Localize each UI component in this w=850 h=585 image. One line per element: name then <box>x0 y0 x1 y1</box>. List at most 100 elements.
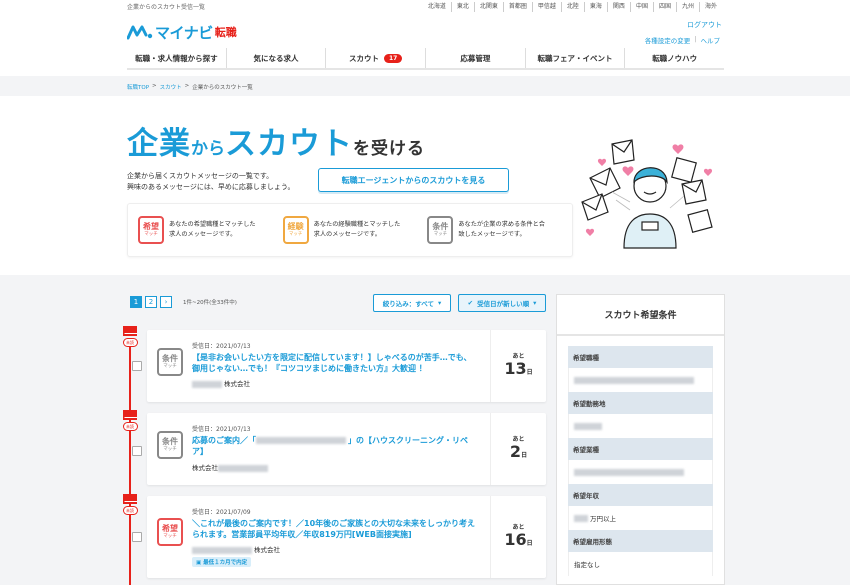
next-page-button[interactable]: › <box>160 296 172 308</box>
card-checkbox[interactable] <box>132 446 142 456</box>
caret-down-icon: ▾ <box>533 299 537 307</box>
logo-sub: 転職 <box>214 26 237 39</box>
legend-text: あなたの希望職種とマッチした 求人のメッセージです。 <box>169 220 256 240</box>
region-link[interactable]: 北陸 <box>560 2 584 12</box>
legend-text: あなたの経験職種とマッチした 求人のメッセージです。 <box>314 220 401 240</box>
unread-mail-indicator: 未読 <box>122 410 138 431</box>
title-part-dark: を受ける <box>353 139 425 159</box>
company-name: 株式会社 <box>192 462 270 472</box>
nav-fairs[interactable]: 転職フェア・イベント <box>524 48 625 68</box>
caret-down-icon: ▾ <box>438 299 442 307</box>
badge-sub: マッチ <box>433 232 448 237</box>
scout-illustration <box>581 139 713 249</box>
filter-dropdown[interactable]: 絞り込み：すべて ▾ <box>373 294 451 312</box>
received-date: 受信日：2021/07/13 <box>192 343 251 350</box>
mail-icon <box>123 494 137 504</box>
breadcrumb: 転職TOP > スカウト > 企業からのスカウト一覧 <box>0 76 850 96</box>
remain-count: 16日 <box>504 529 533 549</box>
card-checkbox[interactable] <box>132 532 142 542</box>
company-label: 株式会社 <box>254 546 280 554</box>
region-link[interactable]: 九州 <box>675 2 699 12</box>
site-logo[interactable]: マイナビ 転職 <box>127 22 237 42</box>
condition-match-badge: 条件 マッチ <box>157 431 183 459</box>
badge-label: 条件 <box>162 354 178 363</box>
region-link[interactable]: 関西 <box>606 2 630 12</box>
scout-title-link[interactable]: ＼これが最後のご案内です！／10年後のご家族との大切な未来をしっかり考えられます… <box>192 518 476 540</box>
experience-match-badge: 経験 マッチ <box>282 216 309 244</box>
condition-label: 希望年収 <box>568 484 713 506</box>
desc-line: 興味のあるメッセージには、早めに応募しましょう。 <box>127 183 295 191</box>
unread-label: 未読 <box>122 422 138 431</box>
remain-count: 2日 <box>509 441 528 461</box>
days-remaining: あと 2日 <box>490 413 546 485</box>
condition-match-badge: 条件 マッチ <box>427 216 454 244</box>
legend-line: 致したメッセージです。 <box>458 231 526 238</box>
logout-link[interactable]: ログアウト <box>687 20 722 30</box>
received-date: 受信日：2021/07/13 <box>192 426 251 433</box>
scout-card[interactable]: 希望 マッチ 受信日：2021/07/09 ＼これが最後のご案内です！／10年後… <box>147 496 546 578</box>
breadcrumb-sep: > <box>184 83 190 89</box>
legend-line: あなたの経験職種とマッチした <box>313 221 401 228</box>
nav-search-jobs[interactable]: 転職・求人情報から探す <box>127 48 226 68</box>
legend-line: あなたが企業の求める条件と合 <box>458 221 545 228</box>
company-name: 株式会社 <box>192 378 250 388</box>
unread-label: 未読 <box>122 338 138 347</box>
scout-count-badge: 17 <box>384 53 403 63</box>
region-link[interactable]: 東海 <box>583 2 607 12</box>
page-2[interactable]: 2 <box>145 296 157 308</box>
condition-label: 希望雇用形態 <box>568 530 713 552</box>
region-links: 北海道 東北 北関東 首都圏 甲信越 北陸 東海 関西 中国 四国 九州 海外 <box>423 2 722 12</box>
scout-card[interactable]: 条件 マッチ 受信日：2021/07/13 応募のご案内／「 」の【ハウスクリーニ… <box>147 413 546 485</box>
region-link[interactable]: 四国 <box>652 2 676 12</box>
header-links: 各種設定の変更 | ヘルプ <box>645 35 720 45</box>
scout-card[interactable]: 条件 マッチ 受信日：2021/07/13 【是非お会いしたい方を限定に配信して… <box>147 330 546 402</box>
help-link[interactable]: ヘルプ <box>701 35 721 45</box>
days-remaining: あと 16日 <box>490 496 546 578</box>
days-remaining: あと 13日 <box>490 330 546 402</box>
region-link[interactable]: 甲信越 <box>531 2 561 12</box>
agent-scout-button[interactable]: 転職エージェントからのスカウトを見る <box>318 168 509 192</box>
nav-scout-label: スカウト <box>349 53 379 63</box>
region-link[interactable]: 北海道 <box>423 2 451 12</box>
sort-dropdown[interactable]: ✔ 受信日が新しい順 ▾ <box>458 294 546 312</box>
region-link[interactable]: 首都圏 <box>502 2 532 12</box>
unread-mail-indicator: 未読 <box>122 494 138 515</box>
breadcrumb-scout[interactable]: スカウト <box>160 83 182 91</box>
sort-label: 受信日が新しい順 <box>477 300 530 308</box>
company-label: 株式会社 <box>224 380 250 388</box>
legend-item: 希望 マッチ あなたの希望職種とマッチした 求人のメッセージです。 <box>138 216 283 244</box>
region-link[interactable]: 海外 <box>698 2 722 12</box>
condition-value <box>568 460 713 484</box>
region-link[interactable]: 中国 <box>629 2 653 12</box>
scout-title-link[interactable]: 応募のご案内／「 」の【ハウスクリーニング・リペア】 <box>192 435 476 457</box>
logo-mark-icon <box>127 25 153 40</box>
nav-favorites[interactable]: 気になる求人 <box>225 48 326 68</box>
legend-line: あなたの希望職種とマッチした <box>169 221 256 228</box>
page-1[interactable]: 1 <box>130 296 142 308</box>
badge-label: 条件 <box>432 222 449 231</box>
scout-title-link[interactable]: 【是非お会いしたい方を限定に配信しています！】しゃべるのが苦手…でも、御用じゃな… <box>192 352 476 374</box>
breadcrumb-top[interactable]: 転職TOP <box>127 83 149 91</box>
badge-label: 経験 <box>287 222 304 231</box>
condition-label: 希望職種 <box>568 346 713 368</box>
legend-text: あなたが企業の求める条件と合 致したメッセージです。 <box>458 220 545 240</box>
condition-label: 希望業種 <box>568 438 713 460</box>
condition-label: 希望勤務地 <box>568 392 713 414</box>
region-link[interactable]: 北関東 <box>473 2 503 12</box>
nav-knowhow[interactable]: 転職ノウハウ <box>624 48 724 68</box>
badge-sub: マッチ <box>163 447 177 452</box>
settings-link[interactable]: 各種設定の変更 <box>645 35 691 45</box>
condition-value <box>568 414 713 438</box>
nav-scout[interactable]: スカウト 17 <box>325 48 425 68</box>
nav-applications[interactable]: 応募管理 <box>425 48 525 68</box>
title-part: 企業 <box>127 126 191 162</box>
site-tagline: 企業からのスカウト受信一覧 <box>127 4 206 11</box>
page-title: 企業 から スカウト を受ける <box>127 118 425 163</box>
remain-count: 13日 <box>504 358 533 378</box>
region-link[interactable]: 東北 <box>450 2 474 12</box>
hope-match-badge: 希望 マッチ <box>157 518 183 546</box>
legend-item: 経験 マッチ あなたの経験職種とマッチした 求人のメッセージです。 <box>282 216 428 244</box>
scout-conditions-panel: スカウト希望条件 希望職種 希望勤務地 希望業種 希望年収 万円以上 希望雇用形… <box>556 294 725 585</box>
mail-icon <box>123 326 137 336</box>
card-checkbox[interactable] <box>132 361 142 371</box>
